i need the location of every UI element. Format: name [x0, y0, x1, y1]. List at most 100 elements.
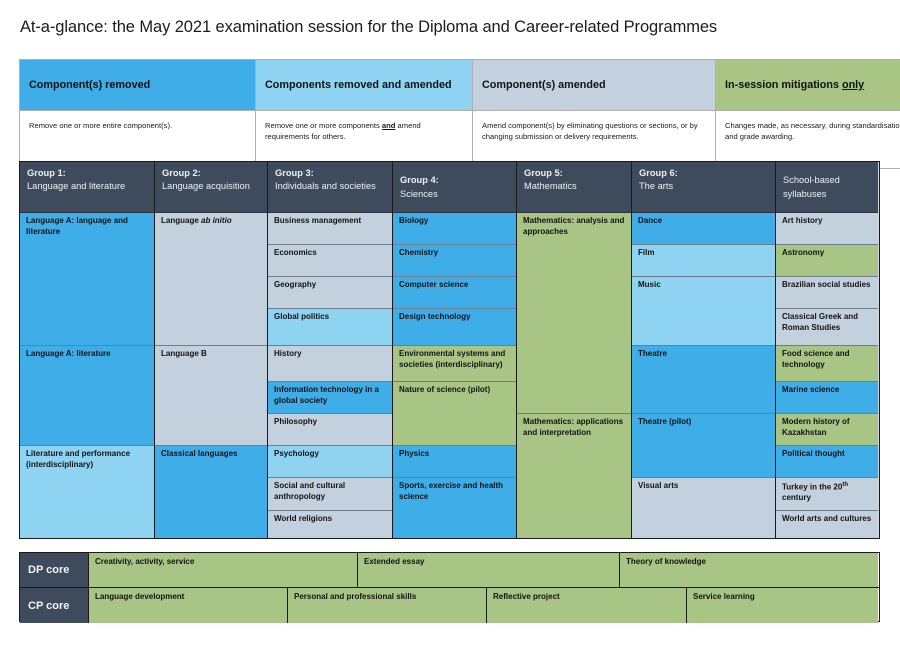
subject-cell[interactable]: Psychology [268, 446, 392, 478]
school-based-subtitle: School-based syllabuses [783, 175, 840, 199]
subject-cell[interactable]: Marine science [776, 382, 878, 414]
subject-cell[interactable]: Astronomy [776, 245, 878, 277]
dp-core-label: DP core [20, 553, 89, 587]
subject-cell[interactable]: History [268, 346, 392, 382]
group-column-6: Group 6: The arts Dance Film Music Theat… [632, 162, 776, 538]
core-cell[interactable]: Extended essay [358, 553, 620, 587]
core-cell[interactable]: Creativity, activity, service [89, 553, 358, 587]
legend-body-row: Remove one or more entire component(s). … [19, 110, 900, 169]
subject-groups-grid: Group 1: Language and literature Languag… [19, 161, 880, 539]
group-3-title: Group 3: [275, 168, 314, 178]
subject-cell[interactable]: Philosophy [268, 414, 392, 446]
legend-heading-components-removed-and-amended: Components removed and amended [255, 59, 473, 111]
group-column-3: Group 3: Individuals and societies Busin… [268, 162, 393, 538]
subject-cell[interactable]: Chemistry [393, 245, 516, 277]
legend-heading-only-underlined: only [841, 78, 865, 91]
subject-cell-italic: ab initio [201, 216, 232, 225]
subject-cell[interactable]: Computer science [393, 277, 516, 309]
subject-cell[interactable]: Dance [632, 213, 775, 245]
subject-cell[interactable]: Environmental systems and societies (int… [393, 346, 516, 382]
subject-cell[interactable]: Biology [393, 213, 516, 245]
subject-cell[interactable]: Theatre (pilot) [632, 414, 775, 478]
group-2-header: Group 2: Language acquisition [155, 162, 267, 213]
subject-cell[interactable]: Classical languages [155, 446, 267, 538]
group-5-subtitle: Mathematics [524, 181, 577, 192]
subject-cell-superscript: th [842, 482, 848, 488]
subject-cell[interactable]: Classical Greek and Roman Studies [776, 309, 878, 346]
group-3-cells: Business management Economics Geography … [268, 213, 392, 538]
group-column-5: Group 5: Mathematics Mathematics: analys… [517, 162, 632, 538]
group-1-subtitle: Language and literature [27, 181, 126, 192]
subject-cell[interactable]: Design technology [393, 309, 516, 346]
subject-cell[interactable]: Mathematics: analysis and approaches [517, 213, 631, 414]
core-cell[interactable]: Reflective project [487, 588, 687, 623]
subject-cell[interactable]: Global politics [268, 309, 392, 346]
core-cell[interactable]: Language development [89, 588, 288, 623]
group-6-subtitle: The arts [639, 181, 674, 192]
legend-heading-in-session-text: In-session mitigations [725, 78, 842, 91]
group-column-2: Group 2: Language acquisition Language a… [155, 162, 268, 538]
group-6-title: Group 6: [639, 168, 678, 178]
legend-body-components-removed-and-amended: Remove one or more components and amend … [255, 110, 473, 169]
group-column-1: Group 1: Language and literature Languag… [20, 162, 155, 538]
group-column-4: Group 4: Sciences Biology Chemistry Comp… [393, 162, 517, 538]
core-cell[interactable]: Service learning [687, 588, 878, 623]
subject-cell[interactable]: Language ab initio [155, 213, 267, 346]
subject-cell[interactable]: Film [632, 245, 775, 277]
group-1-title: Group 1: [27, 168, 66, 178]
legend-heading-row: Component(s) removed Components removed … [19, 59, 900, 111]
group-1-header: Group 1: Language and literature [20, 162, 154, 213]
group-2-cells: Language ab initio Language B Classical … [155, 213, 267, 538]
subject-cell[interactable]: Language A: literature [20, 346, 154, 446]
subject-cell[interactable]: Language A: language and literature [20, 213, 154, 346]
subject-cell[interactable]: Visual arts [632, 478, 775, 538]
subject-cell[interactable]: Language B [155, 346, 267, 446]
core-cell[interactable]: Personal and professional skills [288, 588, 487, 623]
group-3-header: Group 3: Individuals and societies [268, 162, 392, 213]
subject-cell[interactable]: Literature and performance (interdiscipl… [20, 446, 154, 538]
group-4-subtitle: Sciences [400, 188, 438, 199]
subject-cell[interactable]: Brazilian social studies [776, 277, 878, 309]
subject-cell[interactable]: Mathematics: applications and interpreta… [517, 414, 631, 538]
cp-core-row: CP core Language development Personal an… [20, 588, 879, 623]
school-based-header: School-based syllabuses [776, 162, 878, 213]
subject-cell[interactable]: Information technology in a global socie… [268, 382, 392, 414]
dp-core-row: DP core Creativity, activity, service Ex… [20, 553, 879, 588]
subject-cell[interactable]: World arts and cultures [776, 511, 878, 538]
subject-cell[interactable]: Economics [268, 245, 392, 277]
subject-cell[interactable]: Nature of science (pilot) [393, 382, 516, 446]
group-4-cells: Biology Chemistry Computer science Desig… [393, 213, 516, 538]
legend-body-part-1: Remove one or more components [265, 121, 382, 130]
legend-body-components-removed: Remove one or more entire component(s). [19, 110, 256, 169]
group-5-header: Group 5: Mathematics [517, 162, 631, 213]
subject-cell[interactable]: Political thought [776, 446, 878, 478]
subject-cell[interactable]: Theatre [632, 346, 775, 414]
group-column-school-based: School-based syllabuses Art history Astr… [776, 162, 878, 538]
legend-body-and-emphasis: and [381, 121, 396, 130]
subject-cell[interactable]: Business management [268, 213, 392, 245]
group-1-cells: Language A: language and literature Lang… [20, 213, 154, 538]
legend-heading-components-amended: Component(s) amended [472, 59, 716, 111]
subject-cell[interactable]: Geography [268, 277, 392, 309]
legend-body-components-amended: Amend component(s) by eliminating questi… [472, 110, 716, 169]
subject-cell[interactable]: Physics [393, 446, 516, 478]
infographic-page: At-a-glance: the May 2021 examination se… [0, 0, 900, 645]
group-3-subtitle: Individuals and societies [275, 181, 376, 192]
subject-cell[interactable]: Social and cultural anthropology [268, 478, 392, 511]
page-title: At-a-glance: the May 2021 examination se… [20, 18, 718, 36]
legend-body-in-session-mitigations: Changes made, as necessary, during stand… [715, 110, 900, 169]
legend-heading-in-session-mitigations: In-session mitigations only [715, 59, 900, 111]
subject-cell[interactable]: Turkey in the 20th century [776, 478, 878, 511]
group-4-title: Group 4: [400, 175, 439, 186]
subject-cell[interactable]: World religions [268, 511, 392, 538]
subject-cell[interactable]: Sports, exercise and health science [393, 478, 516, 538]
subject-cell[interactable]: Art history [776, 213, 878, 245]
subject-cell[interactable]: Modern history of Kazakhstan [776, 414, 878, 446]
group-6-header: Group 6: The arts [632, 162, 775, 213]
group-4-header: Group 4: Sciences [393, 162, 516, 213]
subject-cell[interactable]: Food science and technology [776, 346, 878, 382]
subject-cell[interactable]: Music [632, 277, 775, 346]
core-cell[interactable]: Theory of knowledge [620, 553, 878, 587]
legend-key-table: Component(s) removed Components removed … [19, 59, 900, 169]
group-6-cells: Dance Film Music Theatre Theatre (pilot)… [632, 213, 775, 538]
